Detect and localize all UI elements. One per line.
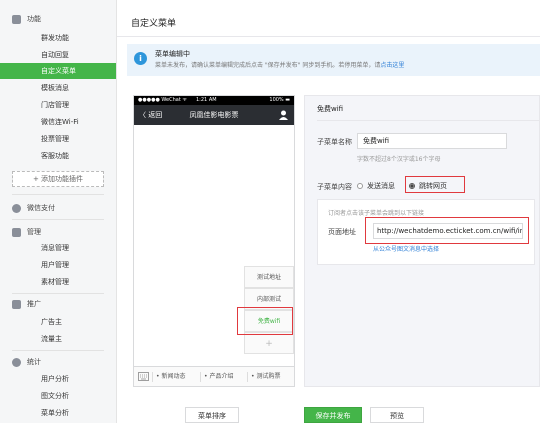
submenu-content-label: 子菜单内容 — [317, 183, 352, 191]
page-url-label: 页面地址 — [328, 228, 356, 236]
menu-separator — [247, 372, 248, 382]
save-publish-button[interactable]: 保存并发布 — [304, 407, 362, 423]
pie-chart-icon — [12, 357, 21, 367]
sidebar-item-article-analysis[interactable]: 图文分析 — [0, 388, 116, 404]
notice-desc: 菜单未发布，请确认菜单编辑完成后点击 "保存并发布" 同步到手机。若停用菜单，请… — [155, 62, 405, 69]
highlight-box — [237, 307, 293, 335]
carrier-label: ●●●●● WeChat ᯤ — [138, 97, 187, 103]
submenu-name-label: 子菜单名称 — [317, 138, 352, 146]
sidebar-item-store-manage[interactable]: 门店管理 — [0, 97, 116, 113]
main-panel: 自定义菜单 i 菜单编辑中 菜单未发布，请确认菜单编辑完成后点击 "保存并发布"… — [117, 0, 540, 423]
menu-item-ticket[interactable]: • 测试购票 — [251, 367, 280, 387]
menu-item-news[interactable]: • 新闻动态 — [156, 367, 185, 387]
sidebar-item-advertiser[interactable]: 广告主 — [0, 314, 116, 330]
sidebar-item-template-msg[interactable]: 模板消息 — [0, 80, 116, 96]
preview-button[interactable]: 预览 — [370, 407, 424, 423]
sidebar-section-pay[interactable]: 微信支付 — [12, 203, 55, 213]
sidebar-item-users[interactable]: 用户管理 — [0, 257, 116, 273]
sidebar-divider — [12, 293, 104, 294]
sidebar-item-mass-send[interactable]: 群发功能 — [0, 30, 116, 46]
radio-dot — [357, 183, 363, 189]
wechat-nav-bar: 〈 返回 凤凰佳影电影票 — [134, 105, 294, 125]
grid-icon — [12, 14, 21, 24]
menu-bar: • 新闻动态 • 产品介绍 • 测试购票 — [134, 366, 294, 386]
radio-send-message[interactable]: 发送消息 — [357, 181, 395, 191]
url-settings-box: 订阅者点击该子菜单会跳到以下链接 页面地址 http://wechatdemo.… — [317, 199, 535, 265]
sidebar-item-vote[interactable]: 投票管理 — [0, 131, 116, 147]
keyboard-icon[interactable] — [138, 372, 149, 381]
menu-separator — [152, 372, 153, 382]
megaphone-icon — [12, 299, 21, 309]
sidebar-section-features: 功能 — [12, 14, 41, 24]
account-title: 凤凰佳影电影票 — [189, 111, 239, 119]
sidebar: 功能 群发功能 自动回复 自定义菜单 模板消息 门店管理 微信连Wi-Fi 投票… — [0, 0, 117, 423]
phone-preview: ●●●●● WeChat ᯤ 1:21 AM 100% ▬ 〈 返回 凤凰佳影电… — [133, 95, 295, 387]
check-circle-icon — [12, 203, 21, 213]
menu-item-product[interactable]: • 产品介绍 — [204, 367, 233, 387]
sidebar-section-stats: 统计 — [12, 357, 41, 367]
notice-link[interactable]: 点击这里 — [380, 62, 404, 69]
sidebar-item-materials[interactable]: 素材管理 — [0, 274, 116, 290]
menu-editor-panel: 免费wifi 子菜单名称 免费wifi 字数不超过8个汉字或16个字母 子菜单内… — [304, 95, 540, 387]
sidebar-item-menu-analysis[interactable]: 菜单分析 — [0, 405, 116, 421]
user-icon[interactable] — [279, 110, 288, 120]
sidebar-item-user-analysis[interactable]: 用户分析 — [0, 371, 116, 387]
url-tip: 订阅者点击该子菜单会跳到以下链接 — [328, 210, 425, 217]
sidebar-item-wifi[interactable]: 微信连Wi-Fi — [0, 114, 116, 130]
notice-title: 菜单编辑中 — [155, 50, 190, 58]
sidebar-item-auto-reply[interactable]: 自动回复 — [0, 47, 116, 63]
title-divider — [117, 36, 540, 37]
sidebar-item-custom-menu[interactable]: 自定义菜单 — [0, 63, 116, 79]
status-time: 1:21 AM — [196, 97, 217, 103]
editor-title: 免费wifi — [317, 105, 344, 113]
sidebar-item-publisher[interactable]: 流量主 — [0, 331, 116, 347]
submenu-name-input[interactable]: 免费wifi — [357, 133, 507, 149]
highlight-box — [365, 217, 529, 244]
info-icon: i — [134, 52, 147, 65]
notice-banner: i 菜单编辑中 菜单未发布，请确认菜单编辑完成后点击 "保存并发布" 同步到手机… — [127, 44, 540, 76]
sidebar-divider — [12, 194, 104, 195]
menu-separator — [200, 372, 201, 382]
chat-icon — [12, 227, 21, 237]
add-plugin-button[interactable]: + 添加功能插件 — [12, 171, 104, 187]
submenu-name-hint: 字数不超过8个汉字或16个字母 — [357, 156, 441, 163]
page-title: 自定义菜单 — [131, 19, 177, 29]
sidebar-divider — [12, 350, 104, 351]
battery-label: 100% ▬ — [269, 97, 290, 103]
submenu-item-test-address[interactable]: 测试地址 — [244, 266, 294, 288]
submenu-add-button[interactable]: + — [244, 332, 294, 354]
sidebar-section-manage: 管理 — [12, 227, 41, 237]
sidebar-item-customer-service[interactable]: 客服功能 — [0, 148, 116, 164]
sidebar-item-messages[interactable]: 消息管理 — [0, 240, 116, 256]
sidebar-divider — [12, 219, 104, 220]
highlight-box — [405, 176, 465, 193]
sidebar-section-promote: 推广 — [12, 299, 41, 309]
phone-status-bar: ●●●●● WeChat ᯤ 1:21 AM 100% ▬ — [134, 96, 294, 105]
editor-divider — [317, 120, 540, 121]
menu-sort-button[interactable]: 菜单排序 — [185, 407, 239, 423]
choose-article-link[interactable]: 从公众号图文消息中选择 — [373, 244, 439, 253]
